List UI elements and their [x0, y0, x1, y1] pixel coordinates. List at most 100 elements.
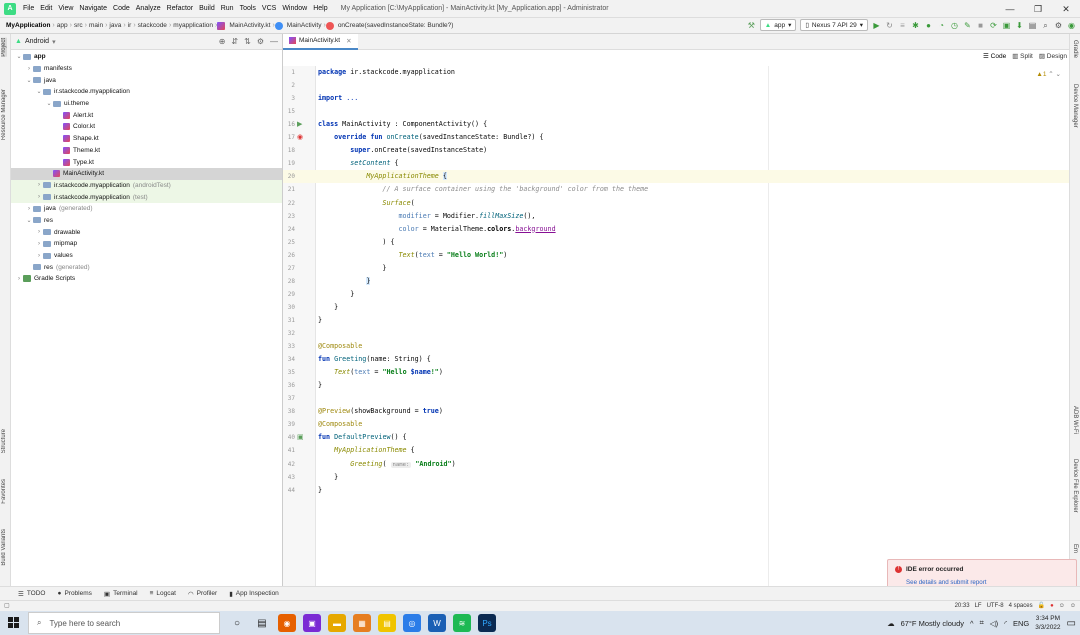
close-tab-icon[interactable]: ✕: [346, 37, 351, 45]
wifi-icon[interactable]: ◜: [1004, 619, 1007, 628]
tree-node[interactable]: › ir.stackcode.myapplication (androidTest): [11, 179, 282, 192]
tree-node[interactable]: › values: [11, 250, 282, 262]
search-icon[interactable]: ⌕: [1041, 21, 1050, 30]
menu-item-tools[interactable]: Tools: [237, 5, 259, 12]
emulator-tool-tab[interactable]: Em: [1072, 544, 1078, 553]
tree-node[interactable]: › ir.stackcode.myapplication (test): [11, 191, 282, 203]
chevron-right-icon[interactable]: ›: [25, 66, 33, 72]
tree-node[interactable]: Alert.kt: [11, 109, 282, 121]
code-line[interactable]: package ir.stackcode.myapplication: [318, 66, 455, 79]
chevron-down-icon[interactable]: ⌄: [25, 217, 33, 224]
memory-icon[interactable]: ☺: [1070, 603, 1076, 609]
chevron-down-icon[interactable]: ⌄: [25, 77, 33, 84]
code-line[interactable]: setContent {: [318, 157, 398, 170]
network-icon[interactable]: ⌗: [980, 618, 984, 628]
code-line[interactable]: Surface(: [318, 197, 414, 210]
code-line[interactable]: Text(text = "Hello $name!"): [318, 366, 443, 379]
code-line[interactable]: super.onCreate(savedInstanceState): [318, 144, 487, 157]
chevron-right-icon[interactable]: ›: [35, 194, 43, 200]
code-line[interactable]: ) {: [318, 236, 394, 249]
file-explorer-icon[interactable]: ▬: [328, 614, 346, 632]
error-status-icon[interactable]: ●: [1050, 603, 1054, 609]
sdk-manager-icon[interactable]: ⬇: [1015, 21, 1024, 30]
breadcrumb-item[interactable]: stackcode: [136, 22, 169, 29]
code-line[interactable]: }: [318, 301, 338, 314]
weather-text[interactable]: 67°F Mostly cloudy: [901, 619, 964, 628]
windows-start-icon[interactable]: [8, 617, 19, 628]
device-select[interactable]: ▯ Nexus 7 API 29 ▾: [800, 19, 868, 31]
lock-icon[interactable]: 🔓: [1038, 602, 1045, 609]
device-manager-tool-tab[interactable]: Device Manager: [1072, 84, 1078, 128]
gradle-tool-tab[interactable]: Gradle: [1072, 40, 1078, 58]
tree-node[interactable]: Theme.kt: [11, 145, 282, 157]
breadcrumb-item[interactable]: src: [72, 22, 85, 29]
tree-node[interactable]: Color.kt: [11, 121, 282, 133]
menu-item-run[interactable]: Run: [218, 5, 237, 12]
project-tool-tab[interactable]: Project: [1, 38, 7, 57]
breadcrumb-item[interactable]: myapplication: [171, 22, 215, 29]
chevron-up-icon[interactable]: ^: [970, 619, 974, 628]
override-icon[interactable]: ◉: [297, 133, 303, 141]
chevron-right-icon[interactable]: ›: [35, 241, 43, 247]
tree-node[interactable]: MainActivity.kt: [11, 167, 282, 180]
profiler-tool-button[interactable]: ◠ Profiler: [188, 590, 217, 598]
menu-item-window[interactable]: Window: [279, 5, 310, 12]
breadcrumb-item[interactable]: main: [87, 22, 105, 29]
stop-icon[interactable]: ■: [976, 21, 985, 30]
problems-tool-button[interactable]: ● Problems: [58, 590, 92, 597]
resource-manager-tool-tab[interactable]: Resource Manager: [1, 89, 7, 140]
tree-node[interactable]: ⌄ ir.stackcode.myapplication: [11, 86, 282, 98]
chevron-right-icon[interactable]: ›: [35, 182, 43, 188]
sync-icon[interactable]: ⟳: [989, 21, 998, 30]
expand-all-icon[interactable]: ⇵: [231, 37, 238, 46]
gear-icon[interactable]: ⚙: [257, 37, 264, 46]
code-mode-button[interactable]: ☰ Code: [983, 52, 1006, 60]
code-line[interactable]: @Preview(showBackground = true): [318, 405, 443, 418]
design-mode-button[interactable]: ▨ Design: [1039, 52, 1067, 60]
project-view-select[interactable]: Android: [25, 38, 49, 45]
apply-changes-icon[interactable]: ≡: [898, 21, 907, 30]
chevron-down-icon[interactable]: ⌄: [35, 88, 43, 95]
menu-item-navigate[interactable]: Navigate: [76, 5, 110, 12]
menu-item-file[interactable]: File: [20, 5, 37, 12]
chevron-down-icon[interactable]: ▾: [52, 38, 56, 46]
code-line[interactable]: Greeting( name: "Android"): [318, 458, 456, 471]
code-line[interactable]: override fun onCreate(savedInstanceState…: [318, 131, 543, 144]
code-line[interactable]: }: [318, 262, 386, 275]
photoshop-icon[interactable]: Ps: [478, 614, 496, 632]
breadcrumb-item[interactable]: MyApplication: [4, 22, 52, 29]
settings-icon[interactable]: ⚙: [1054, 21, 1063, 30]
code-line[interactable]: class MainActivity : ComponentActivity()…: [318, 118, 487, 131]
restore-icon[interactable]: ❐: [1024, 0, 1052, 18]
taskbar-search-box[interactable]: ⌕ Type here to search: [28, 612, 220, 634]
collapse-all-icon[interactable]: ⇅: [244, 37, 251, 46]
indent-setting[interactable]: 4 spaces: [1009, 603, 1033, 609]
device-manager-icon[interactable]: ▤: [1028, 21, 1037, 30]
word-icon[interactable]: W: [428, 614, 446, 632]
breadcrumb-item[interactable]: MainActivity: [285, 22, 324, 29]
chevron-right-icon[interactable]: ›: [35, 229, 43, 235]
code-line[interactable]: import ...: [318, 92, 358, 105]
notes-app-icon[interactable]: ▤: [378, 614, 396, 632]
build-variants-tool-tab[interactable]: Build Variants: [1, 529, 7, 566]
notifications-icon[interactable]: ▭: [1067, 618, 1076, 629]
menu-item-code[interactable]: Code: [110, 5, 133, 12]
weather-icon[interactable]: ☁: [887, 619, 895, 628]
task-switch-icon[interactable]: ▤: [253, 614, 271, 632]
tab-mainactivity[interactable]: MainActivity.kt ✕: [283, 33, 358, 50]
spotify-icon[interactable]: ≋: [453, 614, 471, 632]
menu-item-edit[interactable]: Edit: [37, 5, 55, 12]
code-line[interactable]: color = MaterialTheme.colors.background: [318, 223, 556, 236]
volume-icon[interactable]: ◁): [990, 619, 998, 628]
split-mode-button[interactable]: ▥ Split: [1012, 52, 1033, 60]
chevron-down-icon[interactable]: ⌄: [45, 100, 53, 107]
zip-app-icon[interactable]: ▦: [353, 614, 371, 632]
chevron-down-icon[interactable]: ⌄: [15, 53, 23, 60]
code-line[interactable]: MyApplicationTheme {: [318, 170, 447, 183]
tree-node[interactable]: res (generated): [11, 261, 282, 273]
breadcrumb-item[interactable]: app: [55, 22, 70, 29]
attach-icon[interactable]: ✎: [963, 21, 972, 30]
logcat-tool-button[interactable]: ≡ Logcat: [150, 590, 176, 597]
hammer-icon[interactable]: ⚒: [747, 21, 756, 30]
chevron-right-icon[interactable]: ›: [15, 276, 23, 282]
